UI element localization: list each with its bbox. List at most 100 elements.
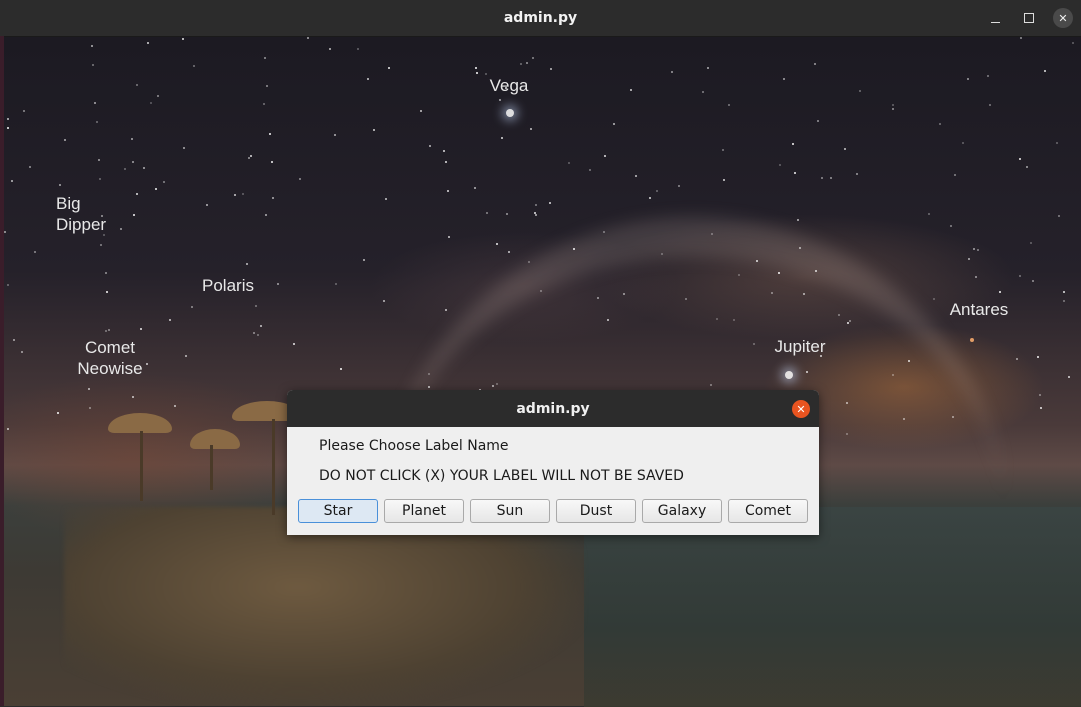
window-title: admin.py <box>503 10 578 26</box>
background-star <box>753 343 755 345</box>
background-star <box>702 91 704 93</box>
background-star <box>1068 376 1070 378</box>
background-star <box>844 148 846 150</box>
minimize-icon[interactable] <box>985 8 1005 28</box>
background-star <box>99 178 101 180</box>
background-star <box>260 325 262 327</box>
background-star <box>792 143 794 145</box>
background-star <box>783 78 785 80</box>
background-star <box>847 322 849 324</box>
background-star <box>635 175 637 177</box>
label-button-row: Star Planet Sun Dust Galaxy Comet <box>298 499 808 523</box>
background-star <box>383 300 385 302</box>
background-star <box>771 292 773 294</box>
sun-button[interactable]: Sun <box>470 499 550 523</box>
background-star <box>903 418 905 420</box>
background-star <box>147 42 149 44</box>
background-star <box>799 247 801 249</box>
background-star <box>150 102 152 104</box>
galaxy-button[interactable]: Galaxy <box>642 499 722 523</box>
background-star <box>182 38 184 40</box>
maximize-icon[interactable] <box>1019 8 1039 28</box>
background-star <box>549 202 551 204</box>
background-star <box>535 204 537 206</box>
label-antares: Antares <box>949 300 1009 319</box>
background-star <box>11 180 13 182</box>
background-star <box>59 184 61 186</box>
background-star <box>738 274 740 276</box>
background-star <box>859 90 861 92</box>
background-star <box>532 57 534 59</box>
background-star <box>492 385 494 387</box>
background-star <box>124 168 126 170</box>
background-star <box>88 388 90 390</box>
background-star <box>1063 291 1065 293</box>
background-star <box>973 248 975 250</box>
background-star <box>797 219 799 221</box>
background-star <box>722 149 724 151</box>
background-star <box>143 167 145 169</box>
background-star <box>334 134 336 136</box>
background-star <box>428 386 430 388</box>
background-star <box>846 433 848 435</box>
background-star <box>335 283 337 285</box>
background-star <box>7 127 9 129</box>
background-star <box>999 291 1001 293</box>
close-icon[interactable]: ✕ <box>792 400 810 418</box>
background-star <box>496 243 498 245</box>
background-star <box>892 374 894 376</box>
background-star <box>499 99 501 101</box>
background-star <box>530 128 532 130</box>
background-star <box>108 329 110 331</box>
background-star <box>57 412 59 414</box>
background-star <box>7 118 9 120</box>
background-star <box>607 319 609 321</box>
background-star <box>475 67 477 69</box>
background-star <box>661 253 663 255</box>
background-star <box>293 343 295 345</box>
background-star <box>255 305 257 307</box>
comet-button[interactable]: Comet <box>728 499 808 523</box>
background-star <box>649 197 651 199</box>
background-star <box>815 270 817 272</box>
dust-button[interactable]: Dust <box>556 499 636 523</box>
background-star <box>846 402 848 404</box>
background-star <box>1019 158 1021 160</box>
background-star <box>155 188 157 190</box>
background-star <box>105 330 107 332</box>
background-star <box>174 405 176 407</box>
background-star <box>329 48 331 50</box>
dialog-titlebar[interactable]: admin.py ✕ <box>287 390 819 427</box>
background-star <box>1063 300 1065 302</box>
background-star <box>420 110 422 112</box>
background-star <box>91 45 93 47</box>
antares-star <box>970 338 974 342</box>
background-star <box>89 407 91 409</box>
background-star <box>1058 215 1060 217</box>
background-star <box>92 64 94 66</box>
background-star <box>248 157 250 159</box>
background-star <box>817 120 819 122</box>
background-star <box>928 213 930 215</box>
background-star <box>163 181 165 183</box>
background-star <box>838 314 840 316</box>
window-titlebar[interactable]: admin.py ✕ <box>0 0 1081 37</box>
background-star <box>975 276 977 278</box>
background-star <box>132 396 134 398</box>
background-star <box>1030 242 1032 244</box>
background-star <box>266 85 268 87</box>
background-star <box>265 214 267 216</box>
background-star <box>589 169 591 171</box>
star-button[interactable]: Star <box>298 499 378 523</box>
night-sky-image: Vega Big Dipper Polaris Comet Neowise Ju… <box>4 37 1081 707</box>
background-star <box>448 236 450 238</box>
background-star <box>849 320 851 322</box>
background-star <box>132 161 134 163</box>
background-star <box>1037 356 1039 358</box>
background-star <box>1056 142 1058 144</box>
background-star <box>4 231 6 233</box>
planet-button[interactable]: Planet <box>384 499 464 523</box>
background-star <box>1044 70 1046 72</box>
close-icon[interactable]: ✕ <box>1053 8 1073 28</box>
background-star <box>96 121 98 123</box>
